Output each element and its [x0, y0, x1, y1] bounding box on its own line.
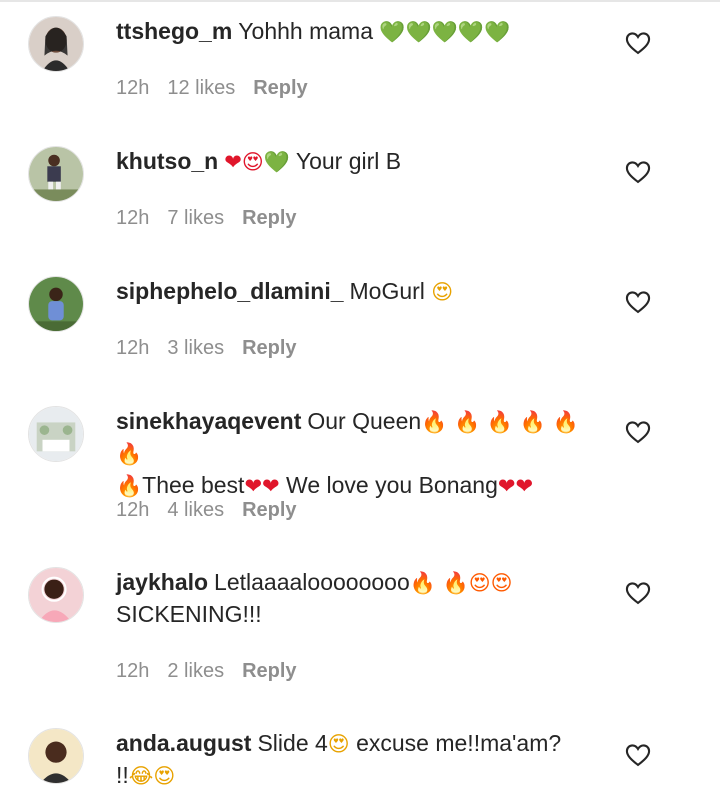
comment-time: 12h [116, 77, 150, 99]
comment-text: khutso_n ❤😍💚 Your girl B [116, 146, 596, 178]
comment-username[interactable]: anda.august [116, 730, 251, 756]
comment-likes[interactable]: 2 likes [167, 660, 224, 682]
comment-meta: 12h 12 likes Reply [116, 77, 326, 100]
top-divider [0, 0, 720, 2]
comment-body: Thee best [142, 472, 245, 498]
comment-body: Letlaaaaloooooooo [214, 569, 410, 595]
avatar[interactable] [28, 276, 84, 332]
emoji-group: ❤❤ [497, 474, 534, 498]
heart-outline-icon[interactable] [624, 158, 652, 186]
comment-username[interactable]: khutso_n [116, 148, 218, 174]
comment-text: anda.august Slide 4😍 excuse me!!ma'am? !!… [116, 728, 596, 792]
emoji-group: ❤😍💚 [224, 150, 290, 174]
comment-body: SICKENING!!! [116, 601, 262, 627]
comment-body: We love you Bonang [279, 472, 498, 498]
comment-time: 12h [116, 207, 150, 229]
emoji-group: 💚💚💚💚💚 [379, 20, 511, 44]
comment-time: 12h [116, 660, 150, 682]
emoji-group: ❤❤ [244, 474, 280, 498]
comment-meta: 12h 2 likes Reply [116, 660, 315, 683]
avatar[interactable] [28, 728, 84, 784]
comment-text: siphephelo_dlamini_ MoGurl 😍 [116, 276, 596, 308]
comment-likes[interactable]: 3 likes [167, 337, 224, 359]
comment-likes[interactable]: 7 likes [167, 207, 224, 229]
comment-body: Our Queen [307, 408, 422, 434]
heart-outline-icon[interactable] [624, 418, 652, 446]
comment-body: MoGurl [349, 278, 432, 304]
heart-outline-icon[interactable] [624, 741, 652, 769]
comment-username[interactable]: sinekhayaqevent [116, 408, 301, 434]
reply-button[interactable]: Reply [242, 660, 296, 682]
comment-body: Your girl B [289, 148, 402, 174]
comment-username[interactable]: siphephelo_dlamini_ [116, 278, 344, 304]
comment-body: Yohhh mama [238, 18, 380, 44]
avatar[interactable] [28, 567, 84, 623]
comment-text: sinekhayaqevent Our Queen🔥 🔥 🔥 🔥 🔥 🔥 🔥The… [116, 406, 596, 502]
reply-button[interactable]: Reply [242, 499, 296, 521]
comment-body: Slide 4 [257, 730, 328, 756]
comment-text: jaykhalo Letlaaaaloooooooo🔥 🔥😍😍 SICKENING… [116, 567, 596, 630]
avatar[interactable] [28, 146, 84, 202]
comment-likes[interactable]: 4 likes [167, 499, 224, 521]
avatar[interactable] [28, 406, 84, 462]
comment-meta: 12h 4 likes Reply [116, 499, 315, 522]
reply-button[interactable]: Reply [242, 337, 296, 359]
emoji-group: 😂😍 [128, 764, 176, 788]
comment-meta: 12h 7 likes Reply [116, 207, 315, 230]
comment-likes[interactable]: 12 likes [167, 77, 235, 99]
comment-body: excuse me!!ma'am? [349, 730, 562, 756]
heart-outline-icon[interactable] [624, 288, 652, 316]
avatar[interactable] [28, 16, 84, 72]
reply-button[interactable]: Reply [253, 77, 307, 99]
comment-username[interactable]: jaykhalo [116, 569, 208, 595]
emoji-group: 😍 [431, 280, 454, 304]
comment-meta: 12h 3 likes Reply [116, 337, 315, 360]
comment-text: ttshego_m Yohhh mama 💚💚💚💚💚 [116, 16, 596, 48]
emoji-group: 🔥 🔥😍😍 [409, 571, 513, 595]
reply-button[interactable]: Reply [242, 207, 296, 229]
emoji-group: 🔥 [116, 474, 143, 498]
comment-username[interactable]: ttshego_m [116, 18, 232, 44]
heart-outline-icon[interactable] [624, 579, 652, 607]
heart-outline-icon[interactable] [624, 29, 652, 57]
comment-time: 12h [116, 499, 150, 521]
comment-time: 12h [116, 337, 150, 359]
comment-body: !! [116, 762, 129, 788]
emoji-group: 😍 [327, 732, 350, 756]
